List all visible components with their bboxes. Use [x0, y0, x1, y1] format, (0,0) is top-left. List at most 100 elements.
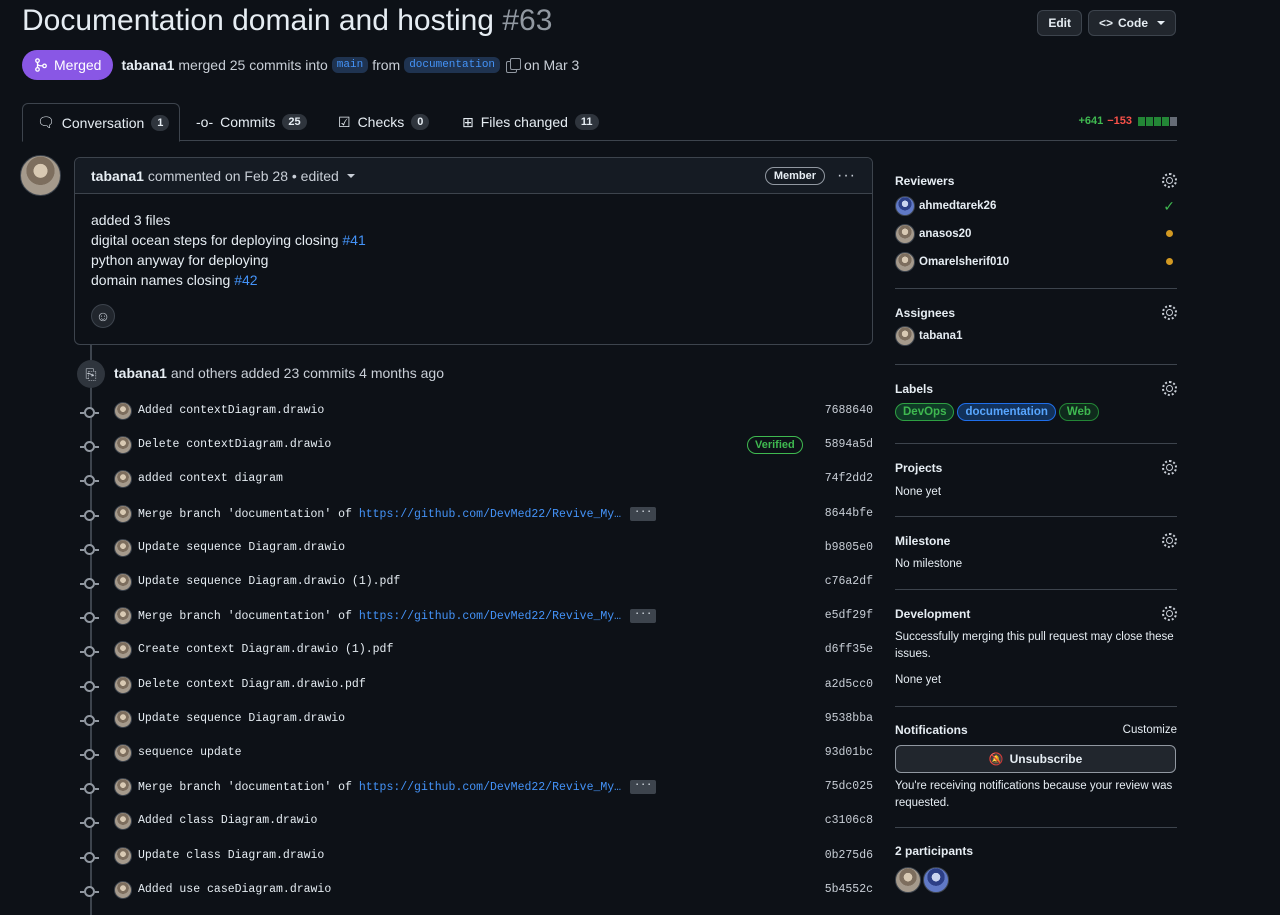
- unsubscribe-button[interactable]: 🔕 Unsubscribe: [895, 745, 1176, 773]
- commit-message[interactable]: Create context Diagram.drawio (1).pdf: [138, 643, 393, 656]
- avatar[interactable]: [114, 846, 132, 865]
- file-diff-icon: ⊞: [462, 113, 474, 130]
- commit-message[interactable]: Added class Diagram.drawio: [138, 814, 317, 827]
- commit-link[interactable]: https://github.com/DevMed22/Revive_My…: [359, 781, 621, 794]
- commit-message[interactable]: Merge branch 'documentation' of https://…: [138, 609, 657, 624]
- avatar[interactable]: [114, 812, 132, 831]
- summary-author[interactable]: tabana1: [114, 365, 167, 381]
- author-link[interactable]: tabana1: [121, 57, 174, 73]
- notifications-title: Notifications: [895, 723, 968, 737]
- diffstat-bar: [1138, 116, 1177, 126]
- gear-icon[interactable]: [1162, 606, 1177, 621]
- commit-message[interactable]: Delete context Diagram.drawio.pdf: [138, 678, 366, 691]
- reviewer[interactable]: ahmedtarek26 ✓: [895, 192, 1177, 220]
- commit-sha[interactable]: e5df29f: [825, 609, 873, 622]
- commit-sha[interactable]: d6ff35e: [825, 643, 873, 656]
- assignee[interactable]: tabana1: [895, 322, 1177, 350]
- code-button[interactable]: <> Code: [1087, 10, 1176, 36]
- avatar[interactable]: [114, 573, 132, 591]
- commit-message[interactable]: Merge branch 'documentation' of https://…: [138, 506, 657, 521]
- commit-sha[interactable]: 74f2dd2: [825, 472, 873, 485]
- verified-badge[interactable]: Verified: [747, 436, 803, 455]
- commit-message[interactable]: Added use caseDiagram.drawio: [138, 883, 331, 896]
- avatar[interactable]: [114, 538, 132, 557]
- commit-message[interactable]: Update sequence Diagram.drawio (1).pdf: [138, 575, 400, 588]
- avatar[interactable]: [114, 641, 132, 660]
- commit-sha[interactable]: 75dc025: [825, 780, 873, 793]
- smiley-icon[interactable]: ☺: [91, 304, 115, 328]
- head-branch[interactable]: documentation: [404, 57, 501, 73]
- comment-header: tabana1 commented on Feb 28 • edited Mem…: [75, 158, 872, 194]
- commit-sha[interactable]: b9805e0: [825, 541, 873, 554]
- check-icon: ✓: [1163, 198, 1175, 214]
- label-pill[interactable]: DevOps: [895, 403, 955, 421]
- avatar[interactable]: [114, 607, 132, 626]
- issue-link[interactable]: #41: [342, 232, 365, 248]
- commit-message[interactable]: Update class Diagram.drawio: [138, 849, 324, 862]
- gear-icon[interactable]: [1162, 305, 1177, 320]
- commit-sha[interactable]: 5894a5d: [825, 438, 873, 451]
- reviewer[interactable]: Omarelsherif010: [895, 248, 1177, 276]
- gear-icon[interactable]: [1162, 460, 1177, 475]
- avatar[interactable]: [923, 867, 949, 893]
- commit-row: Added contextDiagram.drawio 7688640: [80, 400, 875, 424]
- comment-action[interactable]: commented on Feb 28 • edited: [148, 168, 339, 184]
- commit-sha[interactable]: 5b4552c: [825, 883, 873, 896]
- edit-button[interactable]: Edit: [1037, 10, 1082, 36]
- tab-checks[interactable]: ☑ Checks 0: [324, 103, 443, 141]
- avatar[interactable]: [114, 470, 132, 489]
- avatar[interactable]: [114, 436, 132, 455]
- avatar[interactable]: [895, 867, 921, 893]
- avatar[interactable]: [114, 402, 132, 420]
- expand-commit-button[interactable]: ···: [630, 506, 657, 521]
- tab-counter: 11: [574, 114, 599, 130]
- commit-sha[interactable]: 9538bba: [825, 712, 873, 725]
- avatar[interactable]: [114, 880, 132, 899]
- commit-sha[interactable]: 93d01bc: [825, 746, 873, 759]
- copy-icon[interactable]: [506, 58, 522, 73]
- comment-author[interactable]: tabana1: [91, 168, 144, 184]
- commit-sha[interactable]: 0b275d6: [825, 849, 873, 862]
- base-branch[interactable]: main: [331, 57, 369, 73]
- merge-text: merged 25 commits into: [178, 57, 328, 73]
- code-icon: <>: [1098, 16, 1113, 30]
- commit-link[interactable]: https://github.com/DevMed22/Revive_My…: [359, 508, 621, 521]
- gear-icon[interactable]: [1162, 381, 1177, 396]
- avatar[interactable]: [114, 504, 132, 523]
- commit-sha[interactable]: c3106c8: [825, 814, 873, 827]
- avatar[interactable]: [114, 675, 132, 694]
- reviewer[interactable]: anasos20: [895, 220, 1177, 248]
- commit-row: sequence update 93d01bc: [80, 742, 875, 766]
- avatar[interactable]: [114, 778, 132, 797]
- commit-message[interactable]: Added contextDiagram.drawio: [138, 404, 324, 417]
- kebab-menu-icon[interactable]: ···: [837, 167, 856, 185]
- avatar[interactable]: [114, 744, 132, 762]
- expand-commit-button[interactable]: ···: [630, 780, 657, 795]
- issue-link[interactable]: #42: [234, 272, 257, 288]
- commit-message[interactable]: sequence update: [138, 746, 242, 759]
- commit-sha[interactable]: 8644bfe: [825, 507, 873, 520]
- commit-message[interactable]: added context diagram: [138, 472, 283, 485]
- commit-link[interactable]: https://github.com/DevMed22/Revive_My…: [359, 610, 621, 623]
- commit-sha[interactable]: a2d5cc0: [825, 678, 873, 691]
- commit-message[interactable]: Update sequence Diagram.drawio: [138, 541, 345, 554]
- label-pill[interactable]: documentation: [957, 403, 1056, 421]
- gear-icon[interactable]: [1162, 173, 1177, 188]
- label-pill[interactable]: Web: [1058, 403, 1099, 421]
- commit-sha[interactable]: 7688640: [825, 404, 873, 417]
- commit-message[interactable]: Merge branch 'documentation' of https://…: [138, 780, 657, 795]
- tab-conversation[interactable]: 🗨 Conversation 1: [22, 103, 180, 142]
- commit-sha[interactable]: c76a2df: [825, 575, 873, 588]
- customize-link[interactable]: Customize: [1123, 724, 1177, 736]
- commit-message[interactable]: Delete contextDiagram.drawio: [138, 438, 331, 451]
- projects-section: Projects None yet: [895, 460, 1177, 517]
- commit-message[interactable]: Update sequence Diagram.drawio: [138, 712, 345, 725]
- tab-commits[interactable]: -o- Commits 25: [182, 103, 321, 141]
- expand-commit-button[interactable]: ···: [630, 609, 657, 624]
- avatar[interactable]: [20, 155, 61, 196]
- assignees-title: Assignees: [895, 305, 956, 320]
- gear-icon[interactable]: [1162, 533, 1177, 548]
- tab-files-changed[interactable]: ⊞ Files changed 11: [448, 103, 613, 141]
- chevron-down-icon[interactable]: [346, 173, 355, 178]
- avatar[interactable]: [114, 709, 132, 728]
